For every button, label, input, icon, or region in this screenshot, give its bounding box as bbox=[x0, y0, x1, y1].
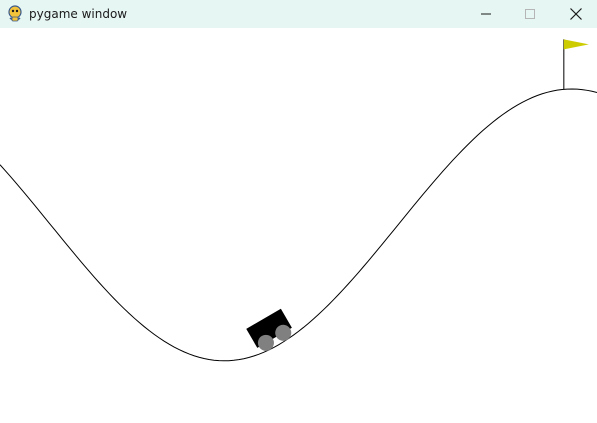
pygame-window: pygame window bbox=[0, 0, 597, 423]
maximize-button[interactable] bbox=[507, 0, 553, 28]
maximize-icon bbox=[525, 9, 535, 19]
pygame-snake-icon bbox=[8, 5, 22, 22]
minimize-icon bbox=[481, 13, 491, 15]
minimize-button[interactable] bbox=[463, 0, 509, 28]
game-background bbox=[0, 28, 597, 423]
title-bar[interactable]: pygame window bbox=[0, 0, 597, 28]
game-canvas bbox=[0, 28, 597, 423]
close-button[interactable] bbox=[553, 0, 597, 28]
close-icon bbox=[570, 8, 582, 20]
window-title: pygame window bbox=[29, 7, 128, 21]
